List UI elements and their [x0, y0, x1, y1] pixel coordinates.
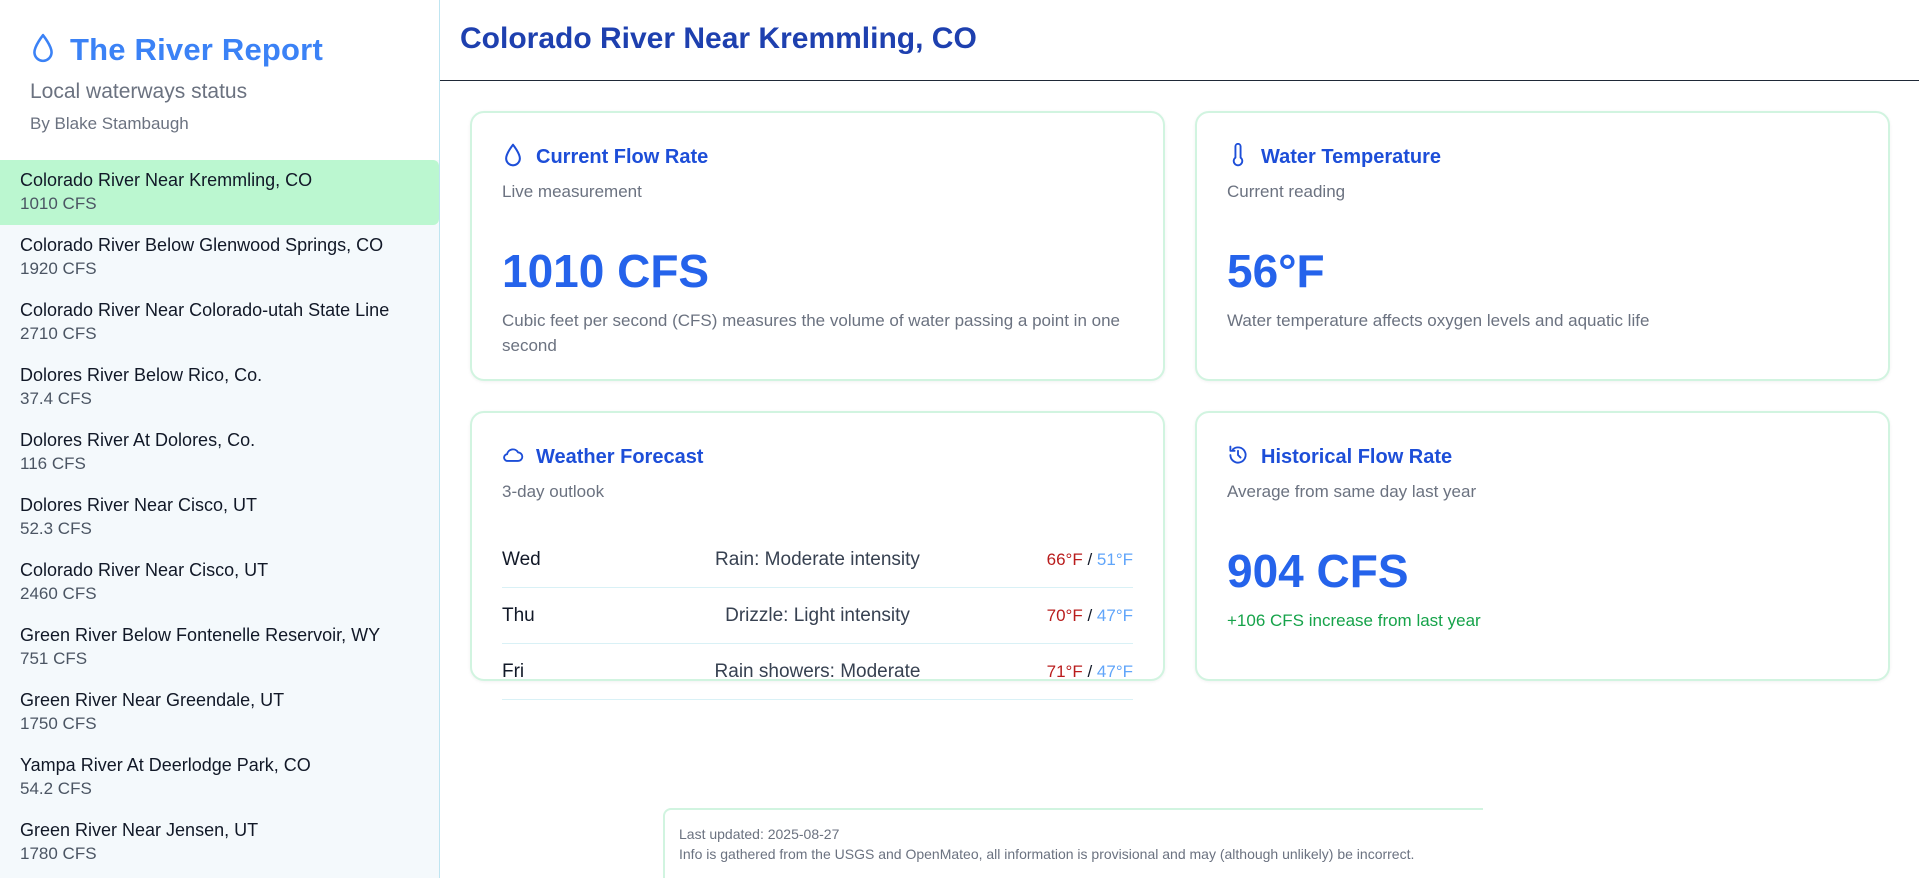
temp-separator: / — [1087, 549, 1093, 569]
weather-forecast-card: Weather Forecast 3-day outlook Wed Rain:… — [470, 411, 1165, 700]
droplet-icon — [30, 33, 56, 68]
low-temp: 47°F — [1096, 661, 1133, 681]
river-name: Colorado River Near Kremmling, CO — [20, 170, 313, 190]
card-subtitle: 3-day outlook — [502, 482, 605, 501]
river-name: Green River Near Jensen, UT — [20, 820, 259, 840]
river-name: Dolores River Below Rico, Co. — [20, 365, 263, 385]
river-flow: 1010 CFS — [20, 194, 97, 213]
footer: Last updated: 2025-08-27 Info is gathere… — [663, 808, 1483, 878]
cloud-icon — [502, 443, 524, 472]
river-flow: 2710 CFS — [20, 324, 97, 343]
card-header: Historical Flow Rate — [1227, 443, 1858, 472]
river-item[interactable]: Colorado River Near Colorado-utah State … — [0, 290, 439, 355]
river-flow: 54.2 CFS — [20, 779, 92, 798]
card-title: Historical Flow Rate — [1261, 446, 1453, 468]
river-flow: 37.4 CFS — [20, 389, 92, 408]
forecast-temps: 70°F / 47°F — [1013, 606, 1133, 626]
river-item[interactable]: Colorado River Near Kremmling, CO 1010 C… — [0, 160, 439, 225]
forecast-temps: 66°F / 51°F — [1013, 550, 1133, 570]
forecast-description: Rain: Moderate intensity — [715, 548, 920, 570]
card-description: Cubic feet per second (CFS) measures the… — [502, 311, 1120, 355]
card-title: Water Temperature — [1261, 146, 1442, 168]
card-title: Current Flow Rate — [536, 146, 709, 168]
forecast-list: Wed Rain: Moderate intensity 66°F / 51°F… — [502, 532, 1133, 700]
temp-separator: / — [1087, 605, 1093, 625]
river-flow: 1920 CFS — [20, 259, 97, 278]
card-header: Water Temperature — [1227, 142, 1858, 172]
card-subtitle: Current reading — [1227, 182, 1346, 201]
brand: The River Report Local waterways status … — [0, 0, 439, 160]
historical-flow-card: Historical Flow Rate Average from same d… — [1195, 411, 1890, 681]
flow-value: 1010 CFS — [502, 245, 710, 297]
disclaimer: Info is gathered from the USGS and OpenM… — [679, 846, 1415, 862]
brand-subtitle: Local waterways status — [30, 80, 248, 103]
river-item[interactable]: Colorado River Below Glenwood Springs, C… — [0, 225, 439, 290]
river-name: Yampa River At Deerlodge Park, CO — [20, 755, 311, 775]
temperature-value: 56°F — [1227, 245, 1325, 297]
card-description: Water temperature affects oxygen levels … — [1227, 311, 1650, 330]
card-header: Weather Forecast — [502, 443, 1133, 472]
flow-change: +106 CFS increase from last year — [1227, 611, 1481, 630]
thermometer-icon — [1227, 142, 1249, 172]
river-list: Colorado River Near Kremmling, CO 1010 C… — [0, 160, 439, 875]
forecast-temps: 71°F / 47°F — [1013, 662, 1133, 682]
water-temperature-card: Water Temperature Current reading 56°F W… — [1195, 111, 1890, 381]
forecast-row: Wed Rain: Moderate intensity 66°F / 51°F — [502, 532, 1133, 588]
river-item[interactable]: Colorado River Near Cisco, UT 2460 CFS — [0, 550, 439, 615]
card-grid: Current Flow Rate Live measurement 1010 … — [470, 111, 1890, 700]
river-item[interactable]: Yampa River At Deerlodge Park, CO 54.2 C… — [0, 745, 439, 810]
river-flow: 52.3 CFS — [20, 519, 92, 538]
last-updated: Last updated: 2025-08-27 — [679, 826, 840, 842]
river-name: Green River Below Fontenelle Reservoir, … — [20, 625, 381, 645]
river-flow: 1750 CFS — [20, 714, 97, 733]
sidebar: The River Report Local waterways status … — [0, 0, 440, 878]
forecast-day: Thu — [502, 604, 535, 626]
card-header: Current Flow Rate — [502, 143, 1133, 172]
forecast-description: Drizzle: Light intensity — [725, 604, 910, 626]
high-temp: 70°F — [1046, 605, 1083, 625]
card-title: Weather Forecast — [536, 446, 704, 468]
river-flow: 2460 CFS — [20, 584, 97, 603]
main-content: Colorado River Near Kremmling, CO Curren… — [440, 0, 1919, 878]
river-item[interactable]: Dolores River At Dolores, Co. 116 CFS — [0, 420, 439, 485]
droplet-icon — [502, 143, 524, 172]
river-name: Colorado River Below Glenwood Springs, C… — [20, 235, 384, 255]
river-flow: 751 CFS — [20, 649, 88, 668]
page-header: Colorado River Near Kremmling, CO — [440, 0, 1919, 81]
brand-author: By Blake Stambaugh — [30, 114, 189, 133]
flow-rate-card: Current Flow Rate Live measurement 1010 … — [470, 111, 1165, 381]
low-temp: 51°F — [1096, 549, 1133, 569]
forecast-day: Wed — [502, 548, 541, 570]
river-item[interactable]: Dolores River Below Rico, Co. 37.4 CFS — [0, 355, 439, 420]
river-name: Colorado River Near Cisco, UT — [20, 560, 269, 580]
card-subtitle: Average from same day last year — [1227, 482, 1477, 501]
river-item[interactable]: Green River Below Fontenelle Reservoir, … — [0, 615, 439, 680]
river-flow: 116 CFS — [20, 454, 86, 473]
forecast-row: Thu Drizzle: Light intensity 70°F / 47°F — [502, 588, 1133, 644]
river-name: Dolores River Near Cisco, UT — [20, 495, 258, 515]
river-item[interactable]: Green River Near Jensen, UT 1780 CFS — [0, 810, 439, 875]
temp-separator: / — [1087, 661, 1093, 681]
river-name: Colorado River Near Colorado-utah State … — [20, 300, 390, 320]
river-item[interactable]: Dolores River Near Cisco, UT 52.3 CFS — [0, 485, 439, 550]
high-temp: 66°F — [1046, 549, 1083, 569]
forecast-row: Fri Rain showers: Moderate 71°F / 47°F — [502, 644, 1133, 700]
brand-title: The River Report — [30, 32, 439, 68]
app: The River Report Local waterways status … — [0, 0, 1919, 878]
river-flow: 1780 CFS — [20, 844, 97, 863]
forecast-description: Rain showers: Moderate — [714, 660, 921, 682]
river-name: Green River Near Greendale, UT — [20, 690, 285, 710]
historical-flow-value: 904 CFS — [1227, 545, 1409, 597]
river-name: Dolores River At Dolores, Co. — [20, 430, 256, 450]
brand-name: The River Report — [70, 32, 323, 67]
high-temp: 71°F — [1046, 661, 1083, 681]
card-subtitle: Live measurement — [502, 182, 642, 201]
forecast-day: Fri — [502, 660, 525, 682]
river-item[interactable]: Green River Near Greendale, UT 1750 CFS — [0, 680, 439, 745]
history-icon — [1227, 443, 1249, 472]
page-title: Colorado River Near Kremmling, CO — [460, 22, 977, 55]
low-temp: 47°F — [1096, 605, 1133, 625]
